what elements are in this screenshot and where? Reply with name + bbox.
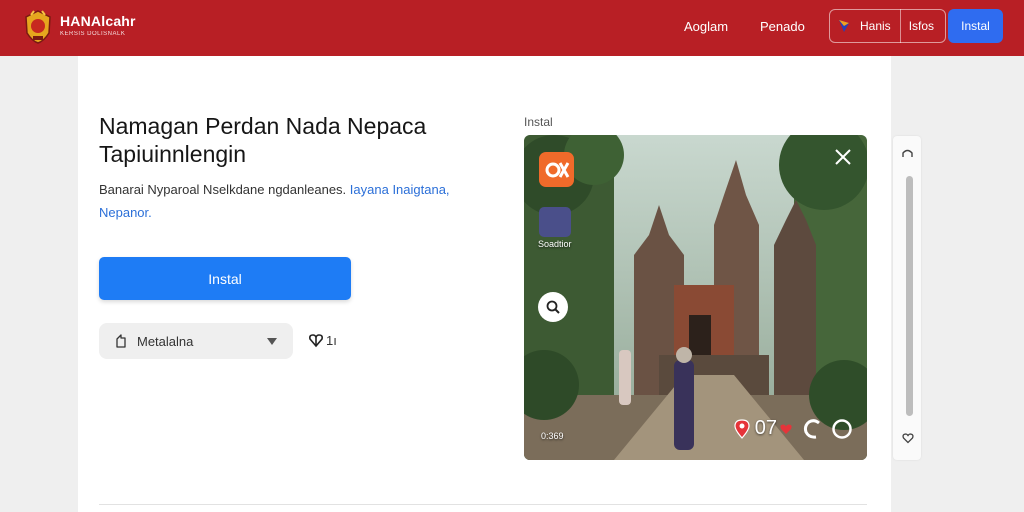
side-app-label: Soadtior <box>538 239 572 249</box>
header-install-button[interactable]: Instal <box>948 9 1003 43</box>
top-header: HANAlcahr KERSIS DOLISNALK Aoglam Penado… <box>0 0 1024 56</box>
app-logo-icon[interactable] <box>539 152 574 187</box>
select-value: Metalalna <box>137 333 194 349</box>
page-title: Namagan Perdan Nada Nepaca Tapiuinnlengi… <box>99 113 427 167</box>
like-count: 07 <box>754 417 777 439</box>
zoom-button[interactable] <box>538 292 568 322</box>
chevron-down-icon <box>267 338 277 345</box>
main-card: Namagan Perdan Nada Nepaca Tapiuinnlengi… <box>78 56 891 512</box>
pill-divider <box>899 9 901 43</box>
section-divider <box>99 504 867 505</box>
preview-toolbar: 07 <box>733 417 853 440</box>
record-icon[interactable] <box>831 418 853 440</box>
temple-scene <box>524 135 867 460</box>
scroll-panel <box>893 136 921 460</box>
side-app-icon[interactable] <box>539 207 571 237</box>
heart-icon <box>309 334 323 348</box>
brand-name: HANAlcahr <box>60 13 136 29</box>
brand[interactable]: HANAlcahr KERSIS DOLISNALK <box>60 13 136 37</box>
app-logo-glyph <box>545 161 569 178</box>
rotate-icon[interactable] <box>802 418 824 440</box>
zoom-icon <box>546 300 560 314</box>
map-pin-icon[interactable] <box>733 418 751 439</box>
rating-value: 1ı <box>326 332 337 348</box>
preview-label: Instal <box>524 115 553 129</box>
version-select[interactable]: Metalalna <box>99 323 293 359</box>
nav-link-1[interactable]: Aoglam <box>684 19 728 34</box>
chevron-up-icon[interactable] <box>902 149 913 158</box>
account-pill: Hanis Isfos <box>829 9 946 43</box>
nav-link-2[interactable]: Penado <box>760 19 805 34</box>
flag-icon <box>839 20 849 32</box>
pill-button-a[interactable]: Hanis <box>860 19 891 33</box>
close-icon[interactable] <box>833 147 853 167</box>
copy-icon <box>116 334 126 348</box>
scrollbar-thumb[interactable] <box>906 176 913 416</box>
install-button[interactable]: Instal <box>99 257 351 300</box>
pill-button-b[interactable]: Isfos <box>909 19 934 33</box>
description: Banarai Nyparoal Nselkdane ngdanleanes. … <box>99 178 499 224</box>
heart-icon[interactable] <box>902 432 914 444</box>
heart-icon[interactable] <box>779 422 793 436</box>
emblem-logo-icon[interactable] <box>22 9 54 45</box>
temple-preview-image[interactable]: Soadtior 0:369 07 <box>524 135 867 460</box>
rating[interactable]: 1ı <box>308 332 337 348</box>
brand-subtitle: KERSIS DOLISNALK <box>60 31 126 37</box>
description-text: Banarai Nyparoal Nselkdane ngdanleanes. <box>99 182 347 197</box>
media-counter: 0:369 <box>541 431 564 441</box>
